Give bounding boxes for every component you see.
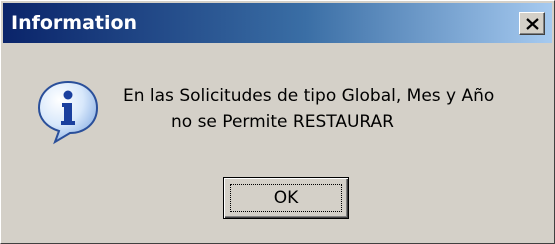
- info-icon: [37, 80, 99, 145]
- close-button[interactable]: [519, 12, 545, 35]
- message-line-2: no se Permite RESTAURAR: [171, 112, 394, 132]
- ok-button[interactable]: OK: [223, 177, 349, 219]
- message-line-1: En las Solicitudes de tipo Global, Mes y…: [123, 86, 495, 106]
- title-bar[interactable]: Information: [3, 3, 552, 43]
- dialog-title: Information: [11, 12, 138, 34]
- information-dialog: Information En las Solicitudes de tipo G…: [0, 0, 555, 244]
- message-text: En las Solicitudes de tipo Global, Mes y…: [113, 83, 553, 135]
- close-icon: [526, 18, 539, 30]
- ok-button-label: OK: [273, 188, 299, 208]
